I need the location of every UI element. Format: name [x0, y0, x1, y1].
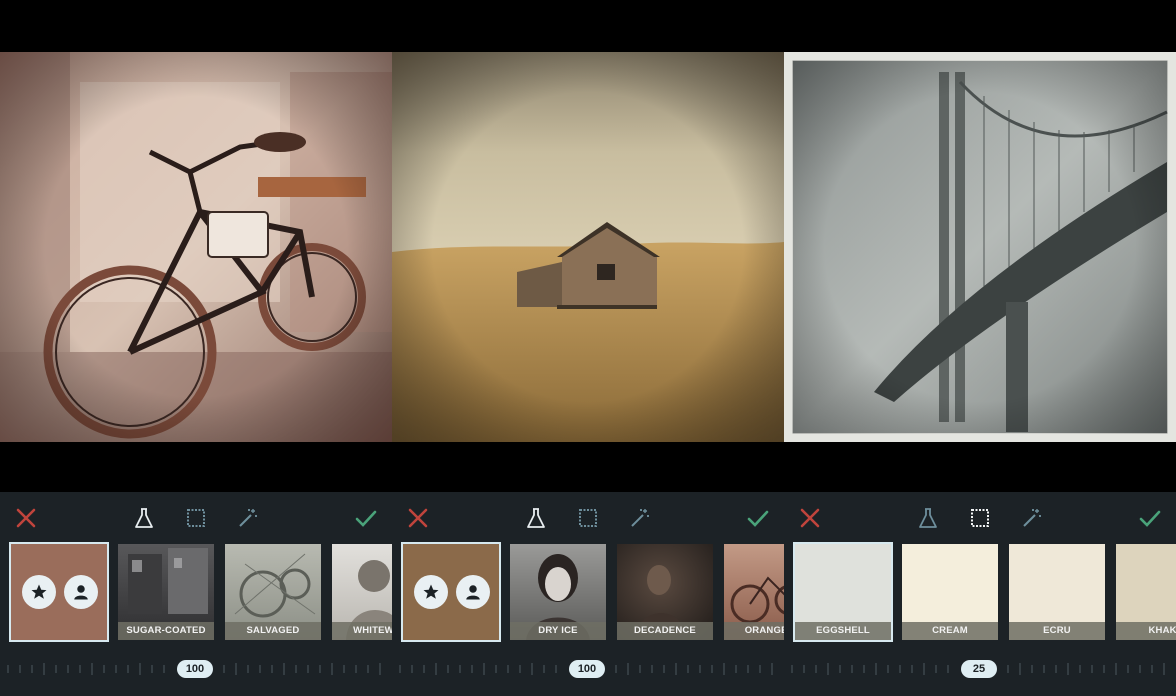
magic-wand-icon — [1023, 509, 1041, 527]
check-icon — [1139, 510, 1161, 527]
bicycle-image — [0, 52, 392, 442]
adjust-tool-button[interactable] — [234, 504, 262, 532]
adjust-tool-button[interactable] — [626, 504, 654, 532]
cancel-button[interactable] — [404, 504, 432, 532]
filter-thumb-whitewash[interactable]: WHITEWAS — [332, 544, 392, 640]
adjust-tool-button[interactable] — [1018, 504, 1046, 532]
swatch-label: KHAKI — [1116, 622, 1176, 640]
photo-bicycle — [0, 52, 392, 442]
person-icon — [466, 585, 480, 600]
favorites-button[interactable] — [22, 575, 56, 609]
barn-image — [392, 52, 784, 442]
portrait-button[interactable] — [64, 575, 98, 609]
magic-wand-icon — [239, 509, 257, 527]
border-icon — [971, 509, 989, 527]
filter-thumb-label: WHITEWAS — [332, 622, 392, 640]
filter-tool-button[interactable] — [130, 504, 158, 532]
star-icon — [31, 584, 47, 599]
cancel-button[interactable] — [796, 504, 824, 532]
filter-thumb-original[interactable] — [9, 542, 109, 642]
editor-toolbar: SUGAR-COATED SALVAGED WHITEWAS 100 — [0, 492, 392, 696]
swatch-eggshell[interactable]: EGGSHELL — [793, 542, 893, 642]
swatch-cream[interactable]: CREAM — [902, 544, 998, 640]
bridge-image — [784, 52, 1176, 442]
filter-thumb-salvaged[interactable]: SALVAGED — [225, 544, 321, 640]
close-icon — [16, 508, 36, 528]
slider-value-badge[interactable]: 100 — [569, 660, 605, 678]
filter-thumb-label: SUGAR-COATED — [118, 622, 214, 640]
editor-panel-bridge: EGGSHELL CREAM ECRU KHAKI 25 — [784, 0, 1176, 696]
toolbar-top-row — [392, 492, 784, 544]
editor-panel-bicycle: SUGAR-COATED SALVAGED WHITEWAS 100 — [0, 0, 392, 696]
slider-value-badge[interactable]: 100 — [177, 660, 213, 678]
flask-icon — [135, 508, 153, 528]
magic-wand-icon — [631, 509, 649, 527]
border-width-slider[interactable]: 25 — [784, 652, 1176, 686]
toolbar-top-row — [784, 492, 1176, 544]
swatch-ecru[interactable]: ECRU — [1009, 544, 1105, 640]
swatch-khaki[interactable]: KHAKI — [1116, 544, 1176, 640]
filter-thumbnails: DRY ICE DECADENCE ORANGE ZI — [392, 542, 784, 644]
check-icon — [747, 510, 769, 527]
filter-thumb-original[interactable] — [401, 542, 501, 642]
confirm-button[interactable] — [744, 504, 772, 532]
toolbar-top-row — [0, 492, 392, 544]
filter-thumb-dry-ice[interactable]: DRY ICE — [510, 544, 606, 640]
filter-tool-button[interactable] — [522, 504, 550, 532]
cancel-button[interactable] — [12, 504, 40, 532]
photo-bridge — [784, 52, 1176, 442]
confirm-button[interactable] — [352, 504, 380, 532]
border-swatches: EGGSHELL CREAM ECRU KHAKI — [784, 542, 1176, 644]
portrait-button[interactable] — [456, 575, 490, 609]
swatch-label: ECRU — [1009, 622, 1105, 640]
border-icon — [579, 509, 597, 527]
filter-thumb-orange-zinc[interactable]: ORANGE ZI — [724, 544, 784, 640]
close-icon — [800, 508, 820, 528]
favorites-button[interactable] — [414, 575, 448, 609]
border-tool-button[interactable] — [966, 504, 994, 532]
confirm-button[interactable] — [1136, 504, 1164, 532]
filter-thumb-label: ORANGE ZI — [724, 622, 784, 640]
close-icon — [408, 508, 428, 528]
editor-panel-barn: DRY ICE DECADENCE ORANGE ZI 100 — [392, 0, 784, 696]
check-icon — [355, 510, 377, 527]
photo-barn — [392, 52, 784, 442]
filter-thumbnails: SUGAR-COATED SALVAGED WHITEWAS — [0, 542, 392, 644]
editor-toolbar: EGGSHELL CREAM ECRU KHAKI 25 — [784, 492, 1176, 696]
filter-thumb-sugar-coated[interactable]: SUGAR-COATED — [118, 544, 214, 640]
border-tool-button[interactable] — [574, 504, 602, 532]
filter-thumb-label: DRY ICE — [510, 622, 606, 640]
slider-value-badge[interactable]: 25 — [961, 660, 997, 678]
flask-icon — [527, 508, 545, 528]
filter-thumb-decadence[interactable]: DECADENCE — [617, 544, 713, 640]
filter-thumb-label: DECADENCE — [617, 622, 713, 640]
star-icon — [423, 584, 439, 599]
filter-tool-button[interactable] — [914, 504, 942, 532]
border-icon — [187, 509, 205, 527]
intensity-slider[interactable]: 100 — [0, 652, 392, 686]
editor-toolbar: DRY ICE DECADENCE ORANGE ZI 100 — [392, 492, 784, 696]
swatch-label: EGGSHELL — [795, 622, 891, 640]
filter-thumb-label: SALVAGED — [225, 622, 321, 640]
border-tool-button[interactable] — [182, 504, 210, 532]
intensity-slider[interactable]: 100 — [392, 652, 784, 686]
person-icon — [74, 585, 88, 600]
swatch-label: CREAM — [902, 622, 998, 640]
flask-icon — [919, 508, 937, 528]
